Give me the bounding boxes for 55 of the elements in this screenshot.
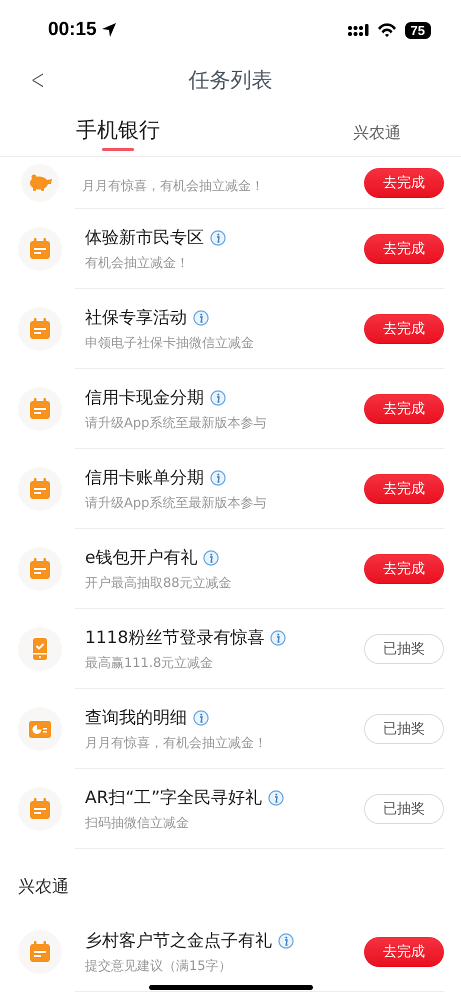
task-description: 提交意见建议（满15字） [85, 958, 233, 975]
task-title: AR扫“工”字全民寻好礼 [85, 787, 262, 809]
back-button[interactable]: < [28, 63, 48, 96]
signal-icon [348, 24, 369, 36]
task-title: e钱包开户有礼 [85, 547, 198, 569]
task-button[interactable]: 去完成 [364, 474, 444, 504]
task-description: 请升级App系统至最新版本参与 [85, 495, 268, 512]
task-button[interactable]: 去完成 [364, 554, 444, 584]
task-description: 开户最高抽取88元立减金 [85, 575, 233, 592]
info-icon [193, 710, 209, 726]
task-button[interactable]: 去完成 [364, 314, 444, 344]
calendar-icon [28, 477, 52, 501]
task-title: 信用卡账单分期 [85, 467, 204, 489]
task-title: 乡村客户节之金点子有礼 [85, 930, 272, 952]
task-title: 信用卡现金分期 [85, 387, 204, 409]
task-description: 最高赢111.8元立减金 [85, 655, 214, 672]
tab[interactable]: 手机银行 [76, 106, 160, 150]
page-title: 任务列表 [188, 67, 272, 94]
task-description: 请升级App系统至最新版本参与 [85, 415, 268, 432]
task-button[interactable]: 去完成 [364, 168, 444, 198]
tab[interactable]: 兴农通 [353, 112, 401, 144]
task-title: 体验新市民专区 [85, 227, 204, 249]
task-button[interactable]: 已抽奖 [364, 794, 444, 824]
info-icon [278, 932, 294, 948]
task-title: 社保专享活动 [85, 307, 187, 329]
task-description: 月月有惊喜，有机会抽立减金！ [82, 178, 265, 194]
task-description: 有机会抽立减金！ [85, 255, 190, 272]
info-icon [268, 790, 284, 806]
location-icon [100, 22, 117, 38]
calendar-icon [28, 797, 52, 821]
wifi-icon [376, 23, 397, 37]
task-button[interactable]: 去完成 [364, 394, 444, 424]
info-icon [193, 310, 209, 326]
info-icon [210, 230, 226, 246]
info-icon [210, 470, 226, 486]
section-heading: 兴农通 [17, 876, 70, 899]
task-title: 查询我的明细 [85, 707, 187, 729]
task-button[interactable]: 去完成 [364, 234, 444, 264]
battery-indicator: 75 [404, 22, 431, 38]
task-description: 申领电子社保卡抽微信立减金 [85, 335, 255, 352]
task-button[interactable]: 已抽奖 [364, 714, 444, 744]
calendar-icon [28, 317, 52, 341]
task-description: 扫码抽微信立减金 [85, 815, 190, 832]
clock: 00:15 [48, 19, 97, 41]
task-title: 1118粉丝节登录有惊喜 [85, 627, 264, 649]
task-description: 月月有惊喜，有机会抽立减金！ [85, 735, 268, 752]
info-icon [270, 630, 286, 646]
calendar-icon [28, 397, 52, 421]
info-icon [210, 390, 226, 406]
info-icon [203, 550, 220, 566]
calendar-icon [28, 940, 52, 964]
task-button[interactable]: 已抽奖 [364, 634, 444, 664]
calendar-icon [28, 557, 52, 581]
task-button[interactable]: 去完成 [364, 937, 444, 967]
calendar-icon [28, 237, 52, 261]
